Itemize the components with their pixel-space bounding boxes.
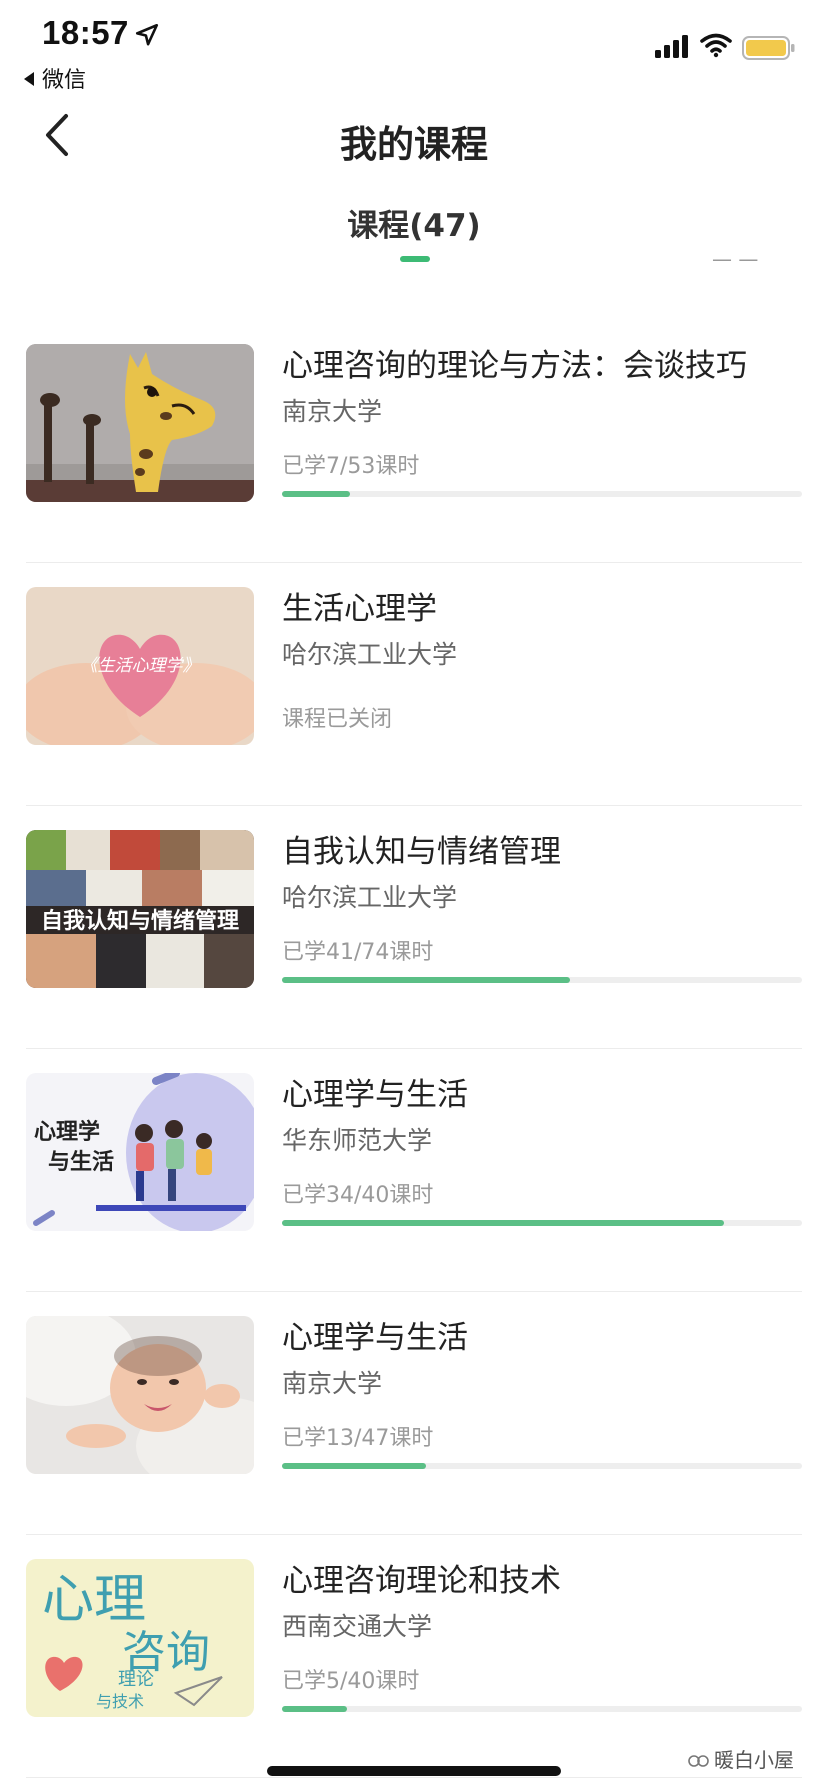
tab-active-indicator: [400, 256, 430, 262]
course-thumbnail: [26, 344, 254, 502]
course-item[interactable]: 心理咨询的理论与方法：会谈技巧 南京大学 已学7/53课时: [26, 320, 802, 563]
course-title: 心理咨询理论和技术: [282, 1563, 561, 1599]
home-indicator[interactable]: [267, 1766, 561, 1776]
status-bar: 18:57 微信: [0, 0, 828, 96]
course-school: 南京大学: [282, 397, 383, 426]
page-title: 我的课程: [340, 123, 488, 166]
back-triangle-icon: [24, 72, 34, 86]
course-progress-text: 已学41/74课时: [282, 940, 434, 965]
baby-photo-image: [26, 1316, 254, 1474]
progress-fill: [282, 1463, 427, 1469]
progress-bar: [282, 1706, 802, 1712]
course-school: 哈尔滨工业大学: [282, 640, 458, 669]
course-thumbnail: [26, 1316, 254, 1474]
cellular-signal-icon: [655, 35, 688, 58]
course-school: 西南交通大学: [282, 1612, 433, 1641]
thumbnail-caption-2: 与生活: [48, 1150, 114, 1175]
course-school: 华东师范大学: [282, 1126, 433, 1155]
thumbnail-caption-3: 理论: [118, 1669, 154, 1690]
progress-bar: [282, 977, 802, 983]
course-title: 心理学与生活: [282, 1320, 468, 1356]
progress-bar: [282, 491, 802, 497]
course-item[interactable]: 心理学与生活 南京大学 已学13/47课时: [26, 1292, 802, 1535]
progress-fill: [282, 1706, 347, 1712]
course-thumbnail: 《生活心理学》: [26, 587, 254, 745]
watermark-text: 暖白小屋: [714, 1748, 794, 1772]
progress-bar: [282, 1220, 802, 1226]
battery-icon: [742, 36, 795, 60]
heart-hands-image: 《生活心理学》: [26, 587, 254, 745]
course-progress-text: 已学34/40课时: [282, 1183, 434, 1208]
course-item[interactable]: 心理学 与生活 心理学与生活 华东师范大学 已学34/40课时: [26, 1049, 802, 1292]
thumbnail-caption-4: 与技术: [96, 1692, 144, 1711]
tab-courses[interactable]: 课程(47): [0, 200, 828, 245]
wifi-icon: [700, 33, 732, 58]
location-arrow-icon: [135, 23, 159, 46]
back-app-label: 微信: [42, 68, 87, 93]
counseling-title-image: 心理 咨询 理论 与技术: [26, 1559, 254, 1717]
progress-fill: [282, 491, 350, 497]
back-to-app-link[interactable]: 微信: [24, 62, 86, 94]
status-time: 18:57: [42, 14, 129, 51]
course-school: 南京大学: [282, 1369, 383, 1398]
wechat-channel-icon: [688, 1755, 709, 1767]
course-item[interactable]: 《生活心理学》 生活心理学 哈尔滨工业大学 课程已关闭: [26, 563, 802, 806]
course-item[interactable]: 心理 咨询 理论 与技术 心理咨询理论和技术 西南交通大学 已学5/40课时: [26, 1535, 802, 1778]
cartoon-people-image: 心理学 与生活: [26, 1073, 254, 1231]
tab-overflow-hint: — —: [712, 256, 759, 268]
course-title: 心理学与生活: [282, 1077, 468, 1113]
course-closed-text: 课程已关闭: [282, 707, 393, 732]
progress-bar: [282, 1463, 802, 1469]
giraffe-figurine-image: [26, 344, 254, 502]
progress-fill: [282, 1220, 724, 1226]
course-progress-text: 已学13/47课时: [282, 1426, 434, 1451]
progress-fill: [282, 977, 571, 983]
course-list: 心理咨询的理论与方法：会谈技巧 南京大学 已学7/53课时 《生活心理学》 生活…: [0, 320, 828, 1778]
thumbnail-caption: 自我认知与情绪管理: [41, 908, 239, 934]
thumbnail-caption-1: 心理学: [34, 1119, 100, 1145]
course-thumbnail: 心理 咨询 理论 与技术: [26, 1559, 254, 1717]
course-title: 自我认知与情绪管理: [282, 834, 561, 870]
watermark: 暖白小屋: [688, 1744, 794, 1773]
photo-collage-image: 自我认知与情绪管理: [26, 830, 254, 988]
course-thumbnail: 心理学 与生活: [26, 1073, 254, 1231]
thumbnail-caption: 《生活心理学》: [81, 656, 200, 676]
course-progress-text: 已学7/53课时: [282, 454, 420, 479]
course-title: 生活心理学: [282, 591, 437, 627]
course-school: 哈尔滨工业大学: [282, 883, 458, 912]
course-progress-text: 已学5/40课时: [282, 1669, 420, 1694]
thumbnail-caption-1: 心理: [42, 1570, 146, 1630]
course-title: 心理咨询的理论与方法：会谈技巧: [282, 348, 747, 384]
course-thumbnail: 自我认知与情绪管理: [26, 830, 254, 988]
course-item[interactable]: 自我认知与情绪管理 自我认知与情绪管理 哈尔滨工业大学 已学41/74课时: [26, 806, 802, 1049]
